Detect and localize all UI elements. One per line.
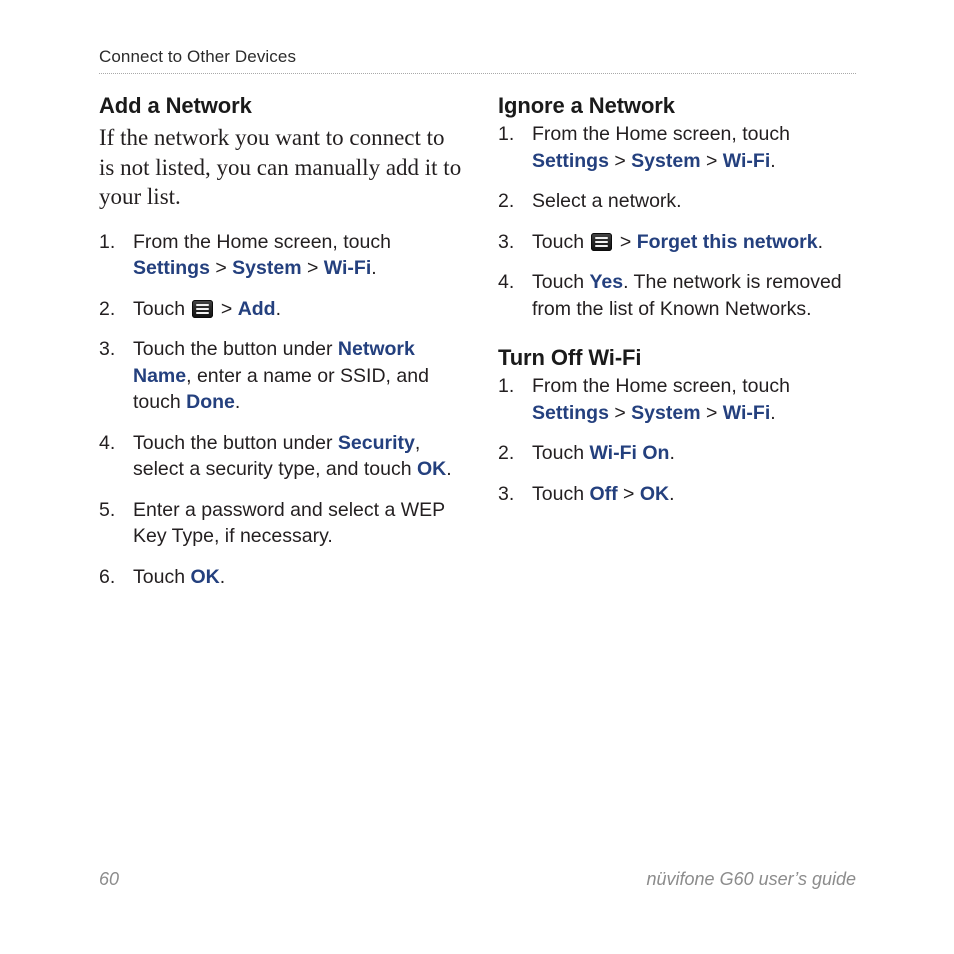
step-text: > xyxy=(617,482,640,505)
step-text: Touch the button under xyxy=(133,431,338,454)
step-text: Touch xyxy=(532,442,590,464)
step-item: Touch > Add. xyxy=(99,296,464,323)
step-text: > xyxy=(614,230,637,253)
ui-term: System xyxy=(631,401,701,424)
step-text: . xyxy=(219,565,226,588)
step-item: Touch > Forget this network. xyxy=(498,229,863,256)
step-text: . xyxy=(669,442,675,464)
step-text: From the Home screen, touch xyxy=(133,230,391,253)
ui-term: Wi-Fi xyxy=(722,149,771,172)
manual-page: Connect to Other Devices Add a Network I… xyxy=(0,0,954,954)
guide-title: nüvifone G60 user’s guide xyxy=(646,869,856,889)
section-heading-add-a-network: Add a Network xyxy=(99,93,252,118)
section-heading-turn-off-wifi: Turn Off Wi-Fi xyxy=(498,345,642,370)
step-item: Touch OK. xyxy=(99,564,464,591)
right-column: Ignore a Network From the Home screen, t… xyxy=(498,92,863,507)
step-text: . xyxy=(371,257,377,279)
page-footer: 60 nüvifone G60 user’s guide xyxy=(99,868,856,890)
ui-term: Settings xyxy=(532,401,609,424)
steps-add-a-network: From the Home screen, touch Settings > S… xyxy=(99,229,464,591)
ui-term: System xyxy=(232,257,302,279)
running-header: Connect to Other Devices xyxy=(99,46,856,75)
ui-term: Done xyxy=(186,391,235,413)
intro-paragraph: If the network you want to connect to is… xyxy=(99,125,462,209)
step-item: Touch Wi-Fi On. xyxy=(498,440,863,467)
left-column: Add a Network If the network you want to… xyxy=(99,92,464,590)
step-text: Select a network. xyxy=(532,190,682,212)
steps-turn-off-wifi: From the Home screen, touch Settings > S… xyxy=(498,373,863,507)
step-item: Touch the button under Network Name, ent… xyxy=(99,336,464,416)
step-text: . xyxy=(275,297,282,320)
ui-term: Wi-Fi xyxy=(722,401,771,424)
ui-term: Off xyxy=(589,482,618,505)
step-text: > xyxy=(700,149,723,172)
ui-term: Forget this network xyxy=(636,230,818,253)
step-text: Touch xyxy=(532,230,590,253)
steps-ignore-a-network: From the Home screen, touch Settings > S… xyxy=(498,121,863,322)
step-text: Touch xyxy=(133,565,191,588)
step-text: > xyxy=(608,401,632,424)
step-item: Select a network. xyxy=(498,188,863,215)
ui-term: OK xyxy=(417,458,447,480)
page-number: 60 xyxy=(99,869,120,889)
step-item: From the Home screen, touch Settings > S… xyxy=(99,229,464,282)
step-item: Touch Yes. The network is removed from t… xyxy=(498,269,863,322)
step-text: > xyxy=(608,149,632,172)
step-text: . xyxy=(234,391,241,413)
step-text: . xyxy=(669,482,675,505)
ui-term: Wi-Fi On xyxy=(589,442,670,464)
ui-term: OK xyxy=(639,482,670,505)
ui-term: Add xyxy=(237,297,276,320)
step-text: Touch the button under xyxy=(133,338,338,360)
step-text: From the Home screen, touch xyxy=(532,123,790,145)
step-item: From the Home screen, touch Settings > S… xyxy=(498,121,863,174)
menu-icon xyxy=(192,299,214,318)
step-text: From the Home screen, touch xyxy=(532,375,790,397)
step-item: From the Home screen, touch Settings > S… xyxy=(498,373,863,426)
step-text: Touch xyxy=(532,271,590,293)
step-text: Touch xyxy=(532,482,590,505)
step-text: > xyxy=(301,257,324,279)
ui-term: System xyxy=(631,149,701,172)
step-text: . xyxy=(817,230,824,253)
header-divider xyxy=(99,73,856,75)
ui-term: Security xyxy=(337,431,415,454)
step-text: . xyxy=(446,458,452,480)
step-text: Touch xyxy=(133,297,191,320)
step-text: . xyxy=(770,149,776,172)
ui-term: OK xyxy=(190,565,220,588)
step-text: > xyxy=(700,401,723,424)
menu-icon xyxy=(591,232,613,251)
ui-term: Settings xyxy=(532,149,609,172)
step-item: Touch Off > OK. xyxy=(498,481,863,508)
step-item: Touch the button under Security, select … xyxy=(99,430,464,483)
ui-term: Yes xyxy=(589,271,624,293)
ui-term: Settings xyxy=(133,257,210,279)
section-heading-ignore-a-network: Ignore a Network xyxy=(498,93,675,118)
header-title: Connect to Other Devices xyxy=(99,47,297,66)
step-text: > xyxy=(209,257,233,279)
step-text: > xyxy=(215,297,238,320)
step-item: Enter a password and select a WEP Key Ty… xyxy=(99,497,464,550)
step-text: Enter a password and select a WEP Key Ty… xyxy=(133,498,445,548)
step-text: . xyxy=(770,401,776,424)
ui-term: Wi-Fi xyxy=(323,257,372,279)
